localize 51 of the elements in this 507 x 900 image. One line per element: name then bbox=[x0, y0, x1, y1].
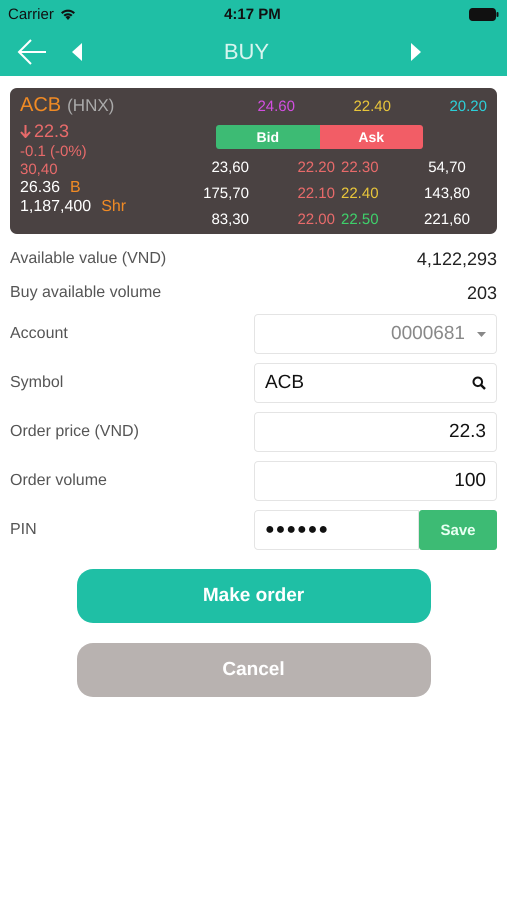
unit-label: B bbox=[70, 179, 81, 197]
bid-volume: 23,60 bbox=[210, 159, 249, 176]
ask-price: 22.50 bbox=[341, 211, 380, 228]
bid-price: 22.00 bbox=[296, 211, 335, 228]
carrier-label: Carrier bbox=[8, 6, 54, 22]
ask-volume: 143,80 bbox=[423, 185, 471, 202]
info-label: Available value (VND) bbox=[10, 250, 166, 268]
ask-price: 22.30 bbox=[341, 159, 380, 176]
info-value: 4,122,293 bbox=[416, 248, 497, 270]
wifi-icon bbox=[60, 8, 76, 20]
search-icon bbox=[472, 376, 486, 390]
back-arrow-icon[interactable] bbox=[16, 38, 48, 66]
bid-volume: 83,30 bbox=[210, 211, 249, 228]
screen-title: BUY bbox=[222, 39, 270, 65]
price-change: -0.1 (-0%) bbox=[20, 143, 88, 160]
ask-volume: 54,70 bbox=[427, 159, 467, 176]
reference-price: 22.40 bbox=[352, 98, 391, 115]
caret-icon bbox=[477, 332, 486, 336]
input-field[interactable]: 100 bbox=[254, 461, 497, 501]
bid-price: 22.20 bbox=[296, 159, 335, 176]
field-label: Account bbox=[10, 325, 68, 343]
battery-icon bbox=[469, 8, 499, 20]
info-label: Buy available volume bbox=[10, 284, 162, 302]
symbol-field[interactable]: ACB bbox=[254, 363, 497, 403]
clock-time: 4:17 PM bbox=[223, 6, 282, 22]
bid-header: Bid bbox=[216, 125, 320, 149]
field-label: Order volume bbox=[10, 472, 107, 490]
exchange-label: (HNX) bbox=[67, 96, 114, 116]
input-field[interactable]: 22.3 bbox=[254, 412, 497, 452]
ask-price: 22.40 bbox=[341, 185, 380, 202]
field-label: Symbol bbox=[10, 374, 64, 392]
trade-value: 26.36 bbox=[20, 179, 60, 197]
previous-triangle-icon[interactable] bbox=[72, 43, 82, 61]
stock-symbol: ACB bbox=[20, 94, 62, 117]
volume-value: 30,40 bbox=[20, 161, 59, 178]
next-triangle-icon[interactable] bbox=[411, 43, 421, 61]
field-label: Order price (VND) bbox=[10, 423, 139, 441]
info-value: 203 bbox=[466, 282, 497, 304]
bid-price: 22.10 bbox=[296, 185, 335, 202]
unit-label: Shr bbox=[101, 198, 126, 216]
ask-header: Ask bbox=[320, 125, 423, 149]
field-label: PIN bbox=[10, 521, 37, 539]
reference-price: 24.60 bbox=[256, 98, 295, 115]
ask-volume: 221,60 bbox=[423, 211, 471, 228]
account-dropdown[interactable]: 0000681 bbox=[254, 314, 497, 354]
down-arrow-icon bbox=[20, 125, 31, 138]
last-price: 22.3 bbox=[34, 121, 70, 142]
trade-shares: 1,187,400 bbox=[20, 198, 92, 216]
pin-field[interactable]: ●●●●●● bbox=[254, 510, 419, 550]
bid-volume: 175,70 bbox=[202, 185, 249, 202]
reference-price: 20.20 bbox=[448, 98, 487, 115]
